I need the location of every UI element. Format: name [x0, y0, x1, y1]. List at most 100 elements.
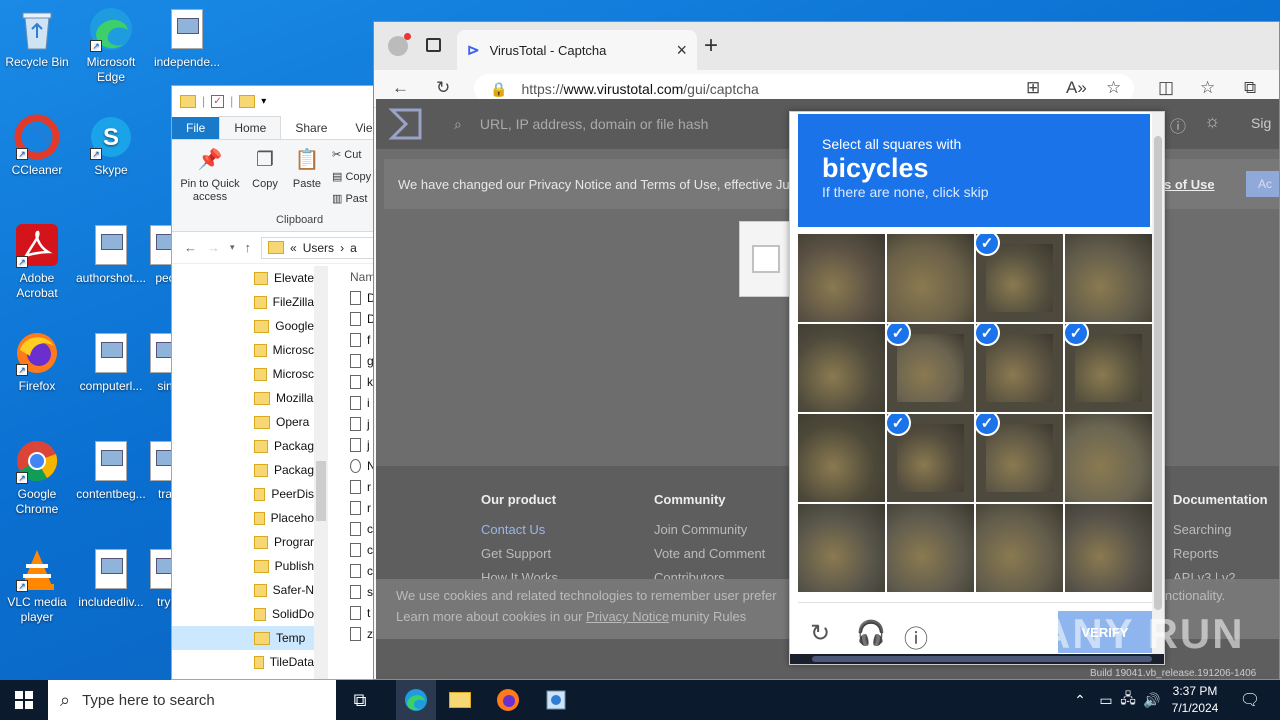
nav-item[interactable]: Safer-N	[172, 578, 314, 602]
desktop-icon-ccleaner[interactable]: ↗ CCleaner	[0, 114, 74, 178]
desktop-icon-skype[interactable]: S ↗ Skype	[74, 114, 148, 178]
task-view-icon[interactable]: ⧉	[346, 686, 374, 714]
captcha-tile[interactable]	[887, 504, 974, 592]
desktop-icon-edge[interactable]: ↗ Microsoft Edge	[74, 6, 148, 85]
quick-access-dropdown-icon[interactable]: ▾	[261, 96, 266, 107]
nav-item[interactable]: PeerDis	[172, 482, 314, 506]
new-folder-icon[interactable]	[239, 94, 256, 108]
nav-item[interactable]: Microsc	[172, 362, 314, 386]
nav-item[interactable]: FileZilla	[172, 290, 314, 314]
forward-arrow-icon[interactable]: →	[207, 240, 220, 255]
captcha-tile[interactable]	[798, 414, 885, 502]
theme-icon[interactable]: ☼	[1204, 111, 1221, 132]
tab-actions-icon[interactable]	[426, 38, 441, 52]
desktop-icon-firefox[interactable]: ↗ Firefox	[0, 330, 74, 394]
captcha-tile[interactable]: ✓	[976, 234, 1063, 322]
captcha-tile[interactable]	[1065, 504, 1152, 592]
profile-icon[interactable]	[388, 33, 411, 56]
desktop-icon-file[interactable]: authorshot....	[74, 222, 148, 286]
taskbar-firefox-icon[interactable]	[494, 686, 522, 714]
desktop-icon-recycle-bin[interactable]: Recycle Bin	[0, 6, 74, 70]
taskbar-explorer-icon[interactable]	[446, 686, 474, 714]
nav-item[interactable]: SolidDo	[172, 602, 314, 626]
info-icon[interactable]: ⓘ	[904, 619, 928, 654]
reload-icon[interactable]: ↻	[810, 619, 830, 648]
captcha-tile[interactable]: ✓	[887, 324, 974, 412]
nav-item-temp[interactable]: Temp	[172, 626, 314, 650]
captcha-tile[interactable]: ✓	[887, 414, 974, 502]
pin-quick-access-button[interactable]: 📌 Pin to Quick access	[178, 146, 242, 204]
close-tab-icon[interactable]: ×	[676, 40, 687, 61]
scrollbar-thumb[interactable]	[1154, 136, 1162, 610]
desktop-icon-file[interactable]: computerl...	[74, 330, 148, 394]
join-community-link[interactable]: Join Community	[654, 518, 765, 542]
back-arrow-icon[interactable]: ←	[184, 240, 197, 255]
captcha-tile[interactable]	[798, 324, 885, 412]
virustotal-logo-icon[interactable]	[388, 106, 424, 142]
searching-link[interactable]: Searching	[1173, 518, 1268, 542]
favorite-star-icon[interactable]: ☆	[1106, 78, 1121, 98]
captcha-checkbox[interactable]	[752, 245, 780, 273]
tray-chevron-icon[interactable]: ⌃	[1066, 686, 1094, 714]
favorites-icon[interactable]: ☆	[1200, 78, 1215, 98]
windows-start-icon[interactable]	[10, 686, 38, 714]
nav-item[interactable]: Mozilla	[172, 386, 314, 410]
reports-link[interactable]: Reports	[1173, 542, 1268, 566]
sign-in-link[interactable]: Sig	[1251, 115, 1271, 131]
paste-button[interactable]: 📋 Paste	[290, 146, 324, 191]
nav-item[interactable]: Packag	[172, 458, 314, 482]
copy-button[interactable]: ❐ Copy	[248, 146, 282, 191]
captcha-tile[interactable]	[976, 504, 1063, 592]
desktop-icon-file[interactable]: contentbeg...	[74, 438, 148, 502]
tab-virustotal-captcha[interactable]: ⊳ VirusTotal - Captcha ×	[457, 30, 697, 70]
split-screen-icon[interactable]: ◫	[1158, 78, 1174, 98]
accept-button[interactable]: Ac	[1246, 171, 1279, 197]
captcha-tile[interactable]: ✓	[976, 324, 1063, 412]
privacy-notice-link[interactable]: Privacy Notice	[586, 609, 669, 624]
captcha-tile[interactable]	[1065, 414, 1152, 502]
captcha-tile[interactable]: ✓	[1065, 324, 1152, 412]
apps-icon[interactable]: ⊞	[1026, 78, 1040, 98]
contact-us-link[interactable]: Contact Us	[481, 518, 558, 542]
nav-item[interactable]: Elevate	[172, 266, 314, 290]
copy-path-button[interactable]: ▤ Copy	[332, 170, 371, 183]
nav-item[interactable]: Packag	[172, 434, 314, 458]
breadcrumb-user[interactable]: a	[350, 241, 357, 255]
captcha-tile[interactable]	[798, 504, 885, 592]
captcha-tile[interactable]	[798, 234, 885, 322]
volume-icon[interactable]: 🔊	[1138, 686, 1166, 714]
terms-of-use-link[interactable]: s of Use	[1164, 177, 1215, 192]
nav-item[interactable]: Opera	[172, 410, 314, 434]
refresh-icon[interactable]: ↻	[436, 78, 450, 98]
taskbar-edge-icon[interactable]	[396, 680, 436, 720]
help-icon[interactable]: ⓘ	[1170, 113, 1186, 137]
breadcrumb[interactable]: « Users › a	[261, 236, 380, 259]
taskbar-search-input[interactable]: ⌕ Type here to search	[48, 680, 336, 720]
up-arrow-icon[interactable]: ↑	[245, 240, 252, 255]
scrollbar-thumb[interactable]	[316, 461, 326, 521]
vote-comment-link[interactable]: Vote and Comment	[654, 542, 765, 566]
system-clock[interactable]: 3:37 PM 7/1/2024	[1168, 683, 1222, 717]
paste-shortcut-button[interactable]: ▥ Past	[332, 192, 367, 205]
cut-button[interactable]: ✂ Cut	[332, 148, 361, 161]
read-aloud-icon[interactable]: A»	[1066, 78, 1087, 98]
taskbar-app-icon[interactable]	[542, 686, 570, 714]
captcha-tile[interactable]	[1065, 234, 1152, 322]
captcha-scrollbar[interactable]	[1152, 112, 1164, 664]
nav-item[interactable]: Google	[172, 314, 314, 338]
properties-icon[interactable]: ✓	[211, 94, 225, 108]
tab-share[interactable]: Share	[281, 117, 341, 139]
get-support-link[interactable]: Get Support	[481, 542, 558, 566]
desktop-icon-file[interactable]: independe...	[150, 6, 224, 70]
search-input[interactable]: ⌕ URL, IP address, domain or file hash	[448, 109, 778, 139]
desktop-icon-vlc[interactable]: ↗ VLC media player	[0, 546, 74, 625]
desktop-icon-acrobat[interactable]: ↗ Adobe Acrobat	[0, 222, 74, 301]
nav-scrollbar[interactable]	[314, 266, 328, 679]
nav-item[interactable]: TileData	[172, 650, 314, 674]
breadcrumb-overflow[interactable]: «	[290, 241, 297, 255]
breadcrumb-users[interactable]: Users	[303, 241, 334, 255]
captcha-tile[interactable]: ✓	[976, 414, 1063, 502]
desktop-icon-chrome[interactable]: ↗ Google Chrome	[0, 438, 74, 517]
captcha-tile[interactable]	[887, 234, 974, 322]
new-tab-button[interactable]: +	[704, 32, 718, 60]
